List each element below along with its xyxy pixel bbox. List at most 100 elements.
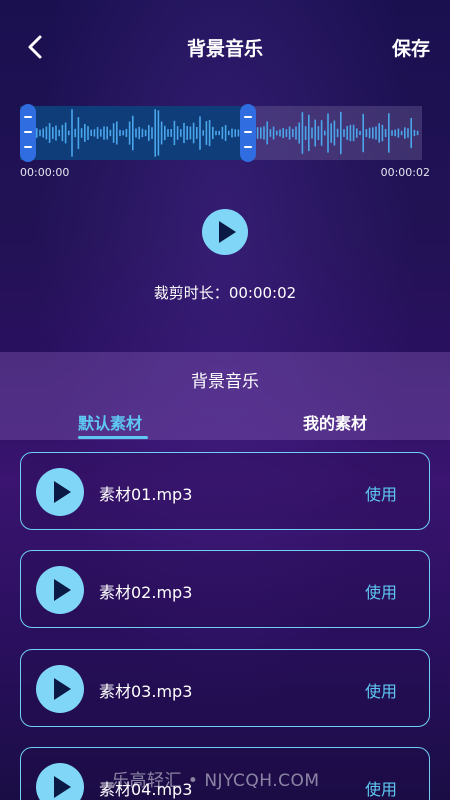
waveform-bar: [317, 126, 320, 140]
waveform-bar: [100, 129, 102, 137]
waveform-bar: [346, 126, 348, 140]
waveform-bar: [285, 129, 288, 137]
waveform-bar: [80, 128, 83, 138]
waveform-bar: [52, 127, 54, 139]
waveform-bar: [173, 120, 176, 146]
waveform-bar: [356, 128, 358, 138]
waveform-bar: [301, 112, 304, 154]
waveform-bar: [359, 130, 361, 136]
list-item: 素材01.mp3 使用: [20, 452, 430, 530]
waveform-bar: [151, 127, 153, 139]
list-item: 素材02.mp3 使用: [20, 550, 430, 628]
waveform-bar: [96, 127, 99, 139]
waveform-bar: [42, 128, 44, 138]
waveform-bar: [170, 129, 172, 137]
waveform-bar: [394, 129, 396, 137]
waveform-bar: [77, 117, 80, 149]
waveform-bar: [116, 121, 118, 145]
waveform-bar: [276, 130, 278, 136]
trim-start-handle[interactable]: [20, 104, 36, 162]
waveform-bar: [141, 128, 144, 138]
item-play-button[interactable]: [36, 665, 84, 713]
waveform-bar: [327, 113, 329, 153]
trim-end-handle[interactable]: [240, 104, 256, 162]
end-time-label: 00:00:02: [380, 166, 430, 179]
use-button[interactable]: 使用: [365, 579, 397, 603]
use-button[interactable]: 使用: [365, 776, 397, 800]
material-panel-header: 背景音乐 默认素材 我的素材: [0, 352, 450, 440]
use-button[interactable]: 使用: [365, 678, 397, 702]
waveform-bar: [365, 129, 368, 137]
play-icon: [54, 579, 71, 601]
waveform-bar: [391, 130, 393, 136]
waveform-bar: [234, 129, 236, 137]
preview-play-button[interactable]: [202, 209, 248, 255]
waveform-bar: [84, 124, 86, 142]
waveform-bar: [324, 130, 326, 136]
page-title: 背景音乐: [186, 38, 263, 60]
waveform-bar: [148, 125, 150, 141]
waveform-bar: [176, 126, 179, 140]
item-name: 素材02.mp3: [99, 583, 193, 602]
waveform-bar: [180, 129, 182, 137]
waveform-bar: [407, 128, 409, 138]
waveform-bar: [413, 129, 416, 137]
waveform-bar: [71, 109, 73, 157]
item-play-button[interactable]: [36, 763, 84, 800]
waveform-bar: [416, 130, 419, 136]
waveform-bar: [304, 126, 307, 140]
waveform-trimmer[interactable]: [20, 104, 422, 162]
waveform-bar: [333, 120, 336, 146]
waveform-bar: [48, 123, 51, 143]
tab-default-materials[interactable]: 默认素材: [78, 410, 142, 434]
waveform-bar: [292, 128, 294, 138]
list-item: 素材03.mp3 使用: [20, 649, 430, 727]
waveform-bar: [279, 129, 281, 137]
waveform-bars: [36, 109, 419, 157]
play-icon: [219, 221, 236, 243]
waveform-bar: [256, 127, 259, 139]
waveform-bar: [128, 121, 131, 145]
waveform-bar: [64, 122, 67, 144]
waveform-bar: [266, 121, 268, 145]
item-play-button[interactable]: [36, 566, 84, 614]
waveform-bar: [320, 120, 323, 146]
waveform-bar: [132, 115, 134, 151]
waveform-bar: [282, 128, 284, 138]
waveform-bar: [157, 110, 160, 156]
waveform-bar: [224, 125, 227, 141]
waveform-bar: [61, 124, 64, 142]
waveform-bar: [381, 124, 384, 142]
waveform-bar: [368, 127, 371, 139]
waveform-bar: [388, 113, 390, 153]
waveform-bar: [362, 113, 364, 153]
waveform-bar: [192, 122, 195, 144]
waveform-bar: [212, 126, 214, 140]
waveform-bar: [122, 130, 124, 136]
waveform-bar: [112, 123, 115, 143]
waveform-bar: [215, 130, 217, 136]
panel-title: 背景音乐: [191, 372, 259, 392]
waveform-bar: [196, 127, 198, 139]
use-button[interactable]: 使用: [365, 481, 397, 505]
waveform-bar: [93, 129, 96, 137]
save-button[interactable]: 保存: [392, 34, 430, 61]
play-icon: [54, 776, 71, 798]
waveform-bar: [372, 127, 374, 139]
tab-my-materials[interactable]: 我的素材: [303, 410, 367, 434]
waveform-bar: [263, 126, 265, 140]
waveform-bar: [343, 129, 345, 137]
watermark: 乐高轻汇 • NJYCQH.COM: [112, 771, 320, 791]
waveform-bar: [218, 130, 220, 136]
waveform-bar: [311, 127, 313, 139]
waveform-bar: [109, 129, 112, 137]
waveform-bar: [272, 126, 275, 140]
waveform-bar: [330, 123, 332, 143]
waveform-bar: [36, 128, 38, 138]
item-play-button[interactable]: [36, 468, 84, 516]
waveform-bar: [45, 126, 48, 140]
waveform-bar: [119, 129, 121, 137]
waveform-bar: [260, 127, 262, 139]
waveform-bar: [138, 126, 140, 140]
waveform-bar: [90, 129, 92, 137]
